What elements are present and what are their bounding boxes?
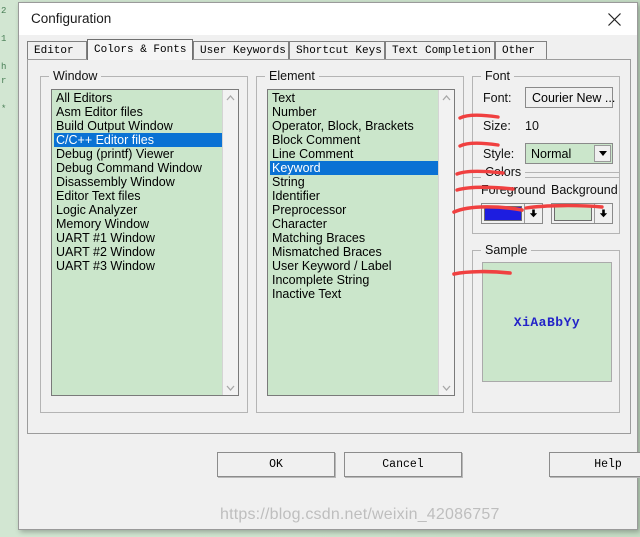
- list-item[interactable]: Identifier: [270, 189, 439, 203]
- window-list-items: All Editors Asm Editor files Build Outpu…: [52, 90, 223, 395]
- font-group: Font Font: Courier New ... Size: 10 Styl…: [472, 69, 620, 178]
- colors-group: Colors Foreground Background: [472, 165, 620, 234]
- dialog-title: Configuration: [31, 11, 112, 26]
- list-item[interactable]: Debug Command Window: [54, 161, 223, 175]
- element-list-scrollbar[interactable]: [438, 90, 454, 395]
- list-item[interactable]: All Editors: [54, 91, 223, 105]
- close-button[interactable]: [591, 3, 637, 35]
- font-picker-button[interactable]: Courier New ...: [525, 87, 615, 108]
- list-item[interactable]: Number: [270, 105, 439, 119]
- element-listbox[interactable]: Text Number Operator, Block, Brackets Bl…: [267, 89, 455, 396]
- configuration-dialog: Configuration Editor Colors & Fonts User…: [18, 2, 640, 530]
- foreground-color-swatch: [484, 206, 522, 221]
- list-item[interactable]: Incomplete String: [270, 273, 439, 287]
- sample-text: XiAaBbYy: [513, 314, 581, 330]
- sample-group-legend: Sample: [481, 243, 532, 257]
- element-group: Element Text Number Operator, Block, Bra…: [256, 69, 464, 413]
- chevron-down-icon[interactable]: [223, 380, 238, 395]
- background-color-swatch: [554, 206, 592, 221]
- list-item[interactable]: Editor Text files: [54, 189, 223, 203]
- help-button[interactable]: Help: [549, 452, 640, 477]
- list-item[interactable]: Line Comment: [270, 147, 439, 161]
- foreground-color-picker[interactable]: [481, 203, 543, 224]
- tab-text-completion[interactable]: Text Completion: [385, 41, 495, 59]
- window-group-legend: Window: [49, 69, 102, 83]
- dialog-titlebar: Configuration: [19, 3, 637, 35]
- foreground-label: Foreground: [481, 183, 546, 197]
- tab-editor[interactable]: Editor: [27, 41, 87, 59]
- chevron-down-icon[interactable]: [594, 145, 611, 162]
- background-color-picker[interactable]: [551, 203, 613, 224]
- tab-page-colors-and-fonts: Window All Editors Asm Editor files Buil…: [27, 59, 631, 434]
- style-label: Style:: [483, 147, 515, 161]
- list-item[interactable]: Operator, Block, Brackets: [270, 119, 439, 133]
- chevron-down-icon[interactable]: [439, 380, 454, 395]
- element-group-legend: Element: [265, 69, 319, 83]
- chevron-up-icon[interactable]: [439, 90, 454, 105]
- chevron-up-icon[interactable]: [223, 90, 238, 105]
- element-list-items: Text Number Operator, Block, Brackets Bl…: [268, 90, 439, 395]
- ok-button[interactable]: OK: [217, 452, 335, 477]
- list-item[interactable]: Memory Window: [54, 217, 223, 231]
- cancel-button[interactable]: Cancel: [344, 452, 462, 477]
- list-item-selected[interactable]: Keyword: [270, 161, 439, 175]
- sample-group: Sample XiAaBbYy: [472, 243, 620, 413]
- list-item[interactable]: User Keyword / Label: [270, 259, 439, 273]
- window-group: Window All Editors Asm Editor files Buil…: [40, 69, 248, 413]
- tab-strip: Editor Colors & Fonts User Keywords Shor…: [27, 39, 631, 60]
- font-label: Font:: [483, 91, 512, 105]
- tab-shortcut-keys[interactable]: Shortcut Keys: [289, 41, 385, 59]
- list-item[interactable]: UART #1 Window: [54, 231, 223, 245]
- background-label: Background: [551, 183, 618, 197]
- size-label: Size:: [483, 119, 511, 133]
- sample-preview: XiAaBbYy: [482, 262, 612, 382]
- arrow-down-icon[interactable]: [594, 204, 612, 223]
- style-select-value: Normal: [531, 147, 572, 161]
- list-item[interactable]: Matching Braces: [270, 231, 439, 245]
- list-item[interactable]: Build Output Window: [54, 119, 223, 133]
- background-gutter-text: 2 1 h r *: [1, 6, 7, 114]
- list-item[interactable]: Preprocessor: [270, 203, 439, 217]
- list-item[interactable]: UART #3 Window: [54, 259, 223, 273]
- size-value: 10: [525, 119, 539, 133]
- list-item[interactable]: Block Comment: [270, 133, 439, 147]
- list-item-selected[interactable]: C/C++ Editor files: [54, 133, 223, 147]
- list-item[interactable]: Debug (printf) Viewer: [54, 147, 223, 161]
- list-item[interactable]: Inactive Text: [270, 287, 439, 301]
- font-group-legend: Font: [481, 69, 515, 83]
- colors-group-legend: Colors: [481, 165, 526, 179]
- window-listbox[interactable]: All Editors Asm Editor files Build Outpu…: [51, 89, 239, 396]
- dialog-button-bar: OK Cancel Help: [19, 437, 640, 529]
- list-item[interactable]: UART #2 Window: [54, 245, 223, 259]
- list-item[interactable]: Asm Editor files: [54, 105, 223, 119]
- tab-other[interactable]: Other: [495, 41, 547, 59]
- window-list-scrollbar[interactable]: [222, 90, 238, 395]
- list-item[interactable]: String: [270, 175, 439, 189]
- list-item[interactable]: Text: [270, 91, 439, 105]
- list-item[interactable]: Logic Analyzer: [54, 203, 223, 217]
- tab-colors-and-fonts[interactable]: Colors & Fonts: [87, 39, 193, 60]
- style-select[interactable]: Normal: [525, 143, 613, 164]
- close-icon: [607, 12, 622, 27]
- list-item[interactable]: Character: [270, 217, 439, 231]
- list-item[interactable]: Mismatched Braces: [270, 245, 439, 259]
- arrow-down-icon[interactable]: [524, 204, 542, 223]
- list-item[interactable]: Disassembly Window: [54, 175, 223, 189]
- tab-user-keywords[interactable]: User Keywords: [193, 41, 289, 59]
